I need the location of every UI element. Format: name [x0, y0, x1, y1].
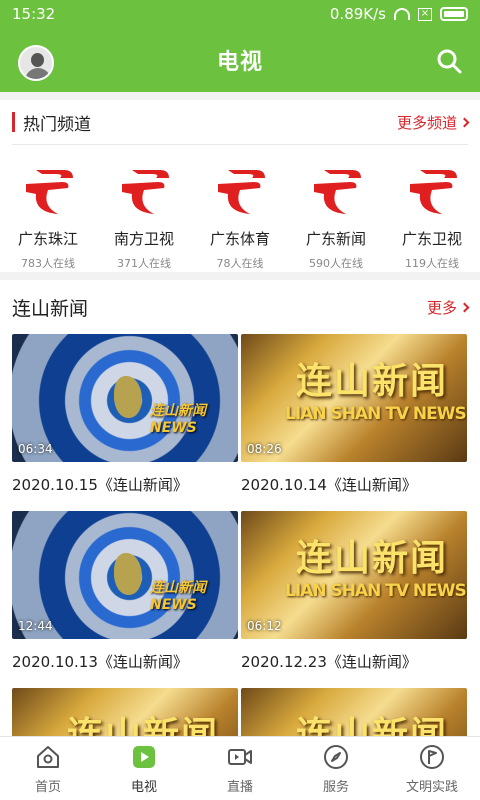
channel-item[interactable]: 广东新闻 590人在线: [288, 158, 384, 271]
channel-item[interactable]: 广东珠江 783人在线: [0, 158, 96, 271]
video-card[interactable]: 连山新闻 NEWS 12:44 2020.10.13《连山新闻》: [12, 511, 238, 672]
news-title: 连山新闻: [12, 297, 89, 320]
thumbnail-title: 连山新闻: [67, 714, 220, 736]
tab-home[interactable]: 首页: [0, 737, 96, 800]
video-camera-icon: [228, 748, 252, 765]
video-duration: 12:44: [18, 619, 53, 633]
channel-logo-icon: [314, 170, 361, 214]
more-news-link[interactable]: 更多: [426, 297, 470, 318]
title-accent-bar: [12, 112, 15, 132]
channel-item[interactable]: 广东体育 78人在线: [192, 158, 288, 271]
chevron-right-icon: [459, 117, 470, 127]
channel-name: 广东新闻: [305, 230, 366, 248]
avatar[interactable]: [18, 45, 54, 81]
map-graphic: [114, 553, 142, 595]
news-header: 连山新闻 更多: [0, 280, 480, 334]
hot-channels-label: 热门频道: [23, 114, 91, 135]
video-caption[interactable]: 2020.10.14《连山新闻》: [241, 474, 467, 495]
avatar-body: [25, 68, 51, 79]
video-thumbnail[interactable]: 连山新闻 LIAN SHAN TV NEWS 08:26: [241, 334, 467, 462]
thumbnail-title: 连山新闻: [296, 360, 449, 402]
map-graphic: [114, 376, 142, 418]
video-duration: 06:34: [18, 442, 53, 456]
hot-channels-section: 热门频道 更多频道 广东珠江 783人在线 南方卫视 371人在线 广东体育 7…: [0, 100, 480, 272]
channel-online-count: 783人在线: [21, 257, 75, 270]
thumbnail-subtitle: LIAN SHAN TV NEWS: [285, 581, 467, 601]
compass-icon: [324, 744, 348, 769]
video-card-partial[interactable]: 连山新闻: [241, 688, 467, 736]
channel-logo-icon: [26, 170, 73, 214]
sim-icon: ×: [418, 7, 432, 21]
channel-item[interactable]: 广东卫视 119人在线: [384, 158, 480, 271]
video-thumbnail[interactable]: 连山新闻 NEWS 06:34: [12, 334, 238, 462]
status-icons: 0.89K/s ×: [330, 5, 468, 23]
page-title: 电视: [216, 50, 263, 75]
video-thumbnail[interactable]: 连山新闻 NEWS 12:44: [12, 511, 238, 639]
channel-list: 广东珠江 783人在线 南方卫视 371人在线 广东体育 78人在线 广东新闻 …: [0, 158, 480, 271]
video-duration: 06:12: [247, 619, 282, 633]
channel-online-count: 371人在线: [117, 257, 171, 270]
channel-logo-icon: [218, 170, 265, 214]
channel-online-count: 119人在线: [405, 257, 459, 270]
more-channels-link[interactable]: 更多频道: [396, 112, 470, 133]
more-channels-label: 更多频道: [396, 113, 457, 132]
tv-play-icon: [133, 745, 155, 768]
tab-civilization[interactable]: 文明实践: [384, 737, 480, 800]
video-duration: 08:26: [247, 442, 282, 456]
battery-icon: [440, 7, 468, 21]
video-card[interactable]: 连山新闻 LIAN SHAN TV NEWS 06:12 2020.12.23《…: [241, 511, 467, 672]
channel-name: 南方卫视: [113, 230, 174, 248]
video-card[interactable]: 连山新闻 LIAN SHAN TV NEWS 08:26 2020.10.14《…: [241, 334, 467, 495]
home-icon: [37, 745, 59, 768]
tab-live[interactable]: 直播: [192, 737, 288, 800]
status-time: 15:32: [12, 5, 56, 23]
channel-logo-icon: [410, 170, 457, 214]
divider: [12, 144, 468, 145]
channel-name: 广东体育: [209, 230, 270, 248]
video-caption[interactable]: 2020.12.23《连山新闻》: [241, 651, 467, 672]
more-news-label: 更多: [426, 298, 457, 317]
video-card-partial[interactable]: 连山新闻: [12, 688, 238, 736]
network-speed: 0.89K/s: [329, 5, 386, 23]
channel-online-count: 78人在线: [216, 257, 264, 270]
hot-channels-header: 热门频道 更多频道: [0, 100, 480, 144]
video-thumbnail[interactable]: 连山新闻: [241, 688, 467, 736]
bottom-tab-bar: 首页 电视 直播 服务 文明实践: [0, 736, 480, 800]
hot-channels-title: 热门频道: [12, 110, 91, 135]
video-thumbnail[interactable]: 连山新闻 LIAN SHAN TV NEWS 06:12: [241, 511, 467, 639]
tab-service-label: 服务: [322, 779, 349, 795]
video-caption[interactable]: 2020.10.13《连山新闻》: [12, 651, 238, 672]
chevron-right-icon: [459, 302, 470, 312]
thumbnail-subtitle: LIAN SHAN TV NEWS: [285, 404, 467, 424]
avatar-head: [31, 53, 44, 67]
news-section: 连山新闻 更多 连山新闻 NEWS 06:34 2020.10.15《连山新闻》 …: [0, 280, 480, 736]
video-thumbnail[interactable]: 连山新闻: [12, 688, 238, 736]
news-logo: 连山新闻 NEWS: [150, 403, 206, 436]
tab-tv-label: 电视: [130, 779, 157, 795]
wifi-icon: [394, 8, 410, 20]
tab-live-label: 直播: [226, 779, 253, 795]
video-caption[interactable]: 2020.10.15《连山新闻》: [12, 474, 238, 495]
news-logo: 连山新闻 NEWS: [150, 580, 206, 613]
app-bar: 电视: [0, 28, 480, 92]
channel-online-count: 590人在线: [309, 257, 363, 270]
flag-icon: [420, 744, 444, 769]
tab-home-label: 首页: [34, 779, 61, 795]
tab-civilization-label: 文明实践: [405, 779, 458, 795]
channel-item[interactable]: 南方卫视 371人在线: [96, 158, 192, 271]
thumbnail-title: 连山新闻: [296, 714, 449, 736]
status-bar: 15:32 0.89K/s ×: [0, 0, 480, 28]
channel-name: 广东卫视: [401, 230, 462, 248]
channel-name: 广东珠江: [17, 230, 78, 248]
tab-service[interactable]: 服务: [288, 737, 384, 800]
video-card[interactable]: 连山新闻 NEWS 06:34 2020.10.15《连山新闻》: [12, 334, 238, 495]
tab-tv[interactable]: 电视: [96, 737, 192, 800]
search-icon[interactable]: [436, 48, 462, 74]
channel-logo-icon: [122, 170, 169, 214]
thumbnail-title: 连山新闻: [296, 537, 449, 579]
